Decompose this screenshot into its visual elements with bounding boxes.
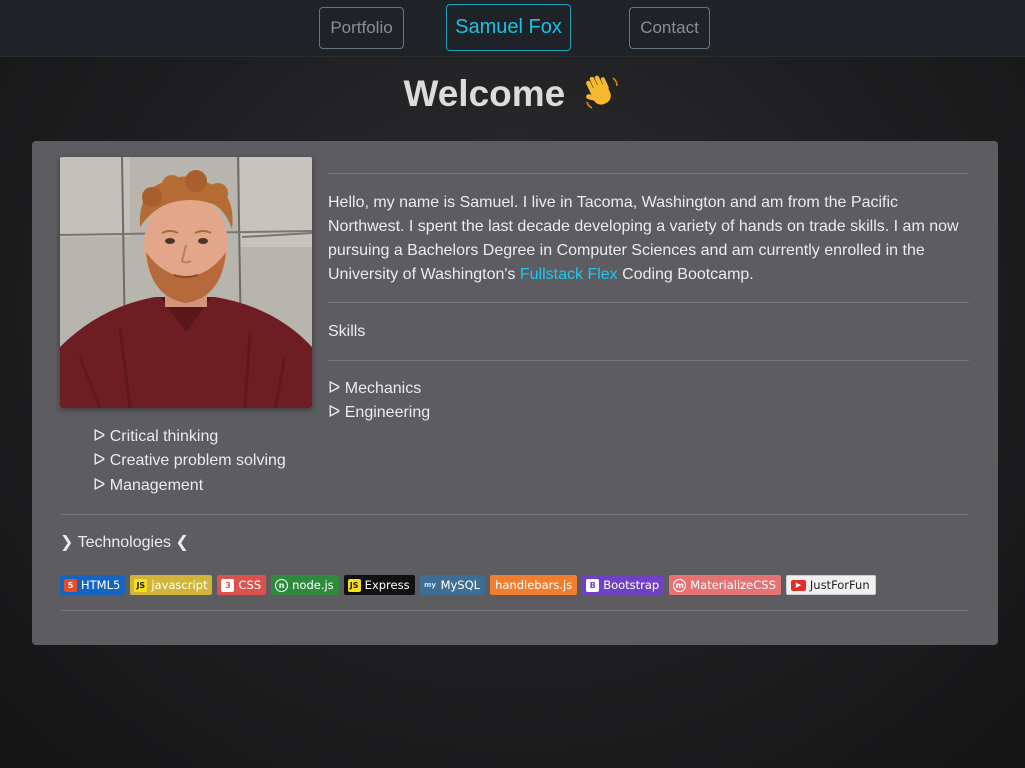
badge-bootstrap: B Bootstrap bbox=[582, 575, 665, 595]
page-title: Welcome bbox=[0, 72, 1025, 115]
technology-badges: 5 HTML5 JS javascript 3 CSS n node.js JS… bbox=[60, 575, 876, 595]
badge-justforfun: ▶ JustForFun bbox=[785, 575, 876, 595]
profile-photo bbox=[60, 157, 312, 408]
bio-text-end: Coding Bootcamp. bbox=[617, 266, 754, 283]
navbar: Portfolio Samuel Fox Contact bbox=[0, 0, 1025, 57]
fullstack-flex-link[interactable]: Fullstack Flex bbox=[520, 266, 618, 283]
badge-html5: 5 HTML5 bbox=[60, 575, 126, 595]
divider bbox=[60, 514, 969, 515]
javascript-icon: JS bbox=[134, 578, 148, 592]
badge-mysql: my MySQL bbox=[419, 575, 486, 595]
waving-hand-icon bbox=[585, 75, 618, 109]
badge-css: 3 CSS bbox=[217, 575, 267, 595]
badge-handlebars: handlebars.js bbox=[490, 575, 578, 595]
materialize-icon: m bbox=[673, 578, 687, 592]
portfolio-nav-button[interactable]: Portfolio bbox=[319, 7, 404, 49]
badge-label: node.js bbox=[292, 578, 334, 592]
badge-label: Express bbox=[364, 578, 410, 592]
css3-icon: 3 bbox=[221, 578, 235, 592]
badge-label: CSS bbox=[238, 578, 262, 592]
badge-label: handlebars.js bbox=[495, 578, 573, 592]
contact-nav-button[interactable]: Contact bbox=[629, 7, 710, 49]
skill-item: ᐅ Critical thinking bbox=[93, 428, 219, 445]
express-icon: JS bbox=[347, 578, 361, 592]
badge-javascript: JS javascript bbox=[130, 575, 213, 595]
badge-label: javascript bbox=[151, 578, 208, 592]
badge-nodejs: n node.js bbox=[271, 575, 339, 595]
bio-paragraph: Hello, my name is Samuel. I live in Taco… bbox=[328, 191, 968, 287]
badge-label: MySQL bbox=[440, 578, 481, 592]
badge-label: HTML5 bbox=[81, 578, 121, 592]
brand-name-button[interactable]: Samuel Fox bbox=[446, 4, 571, 51]
skill-item: ᐅ Mechanics bbox=[328, 380, 422, 397]
badge-label: Bootstrap bbox=[603, 578, 660, 592]
divider bbox=[328, 173, 969, 174]
badge-label: MaterializeCSS bbox=[690, 578, 776, 592]
technologies-heading: ❯ Technologies ❮ bbox=[60, 534, 189, 551]
badge-express: JS Express bbox=[343, 575, 415, 595]
divider bbox=[60, 610, 969, 611]
html5-icon: 5 bbox=[64, 578, 77, 592]
badge-label: JustForFun bbox=[809, 578, 870, 592]
page-title-text: Welcome bbox=[403, 73, 566, 114]
badge-materializecss: m MaterializeCSS bbox=[669, 575, 781, 595]
skills-heading: Skills bbox=[328, 323, 366, 340]
divider bbox=[328, 360, 969, 361]
mysql-icon: my bbox=[424, 581, 436, 589]
bootstrap-icon: B bbox=[586, 578, 600, 592]
skill-item: ᐅ Management bbox=[93, 477, 204, 494]
about-card: Hello, my name is Samuel. I live in Taco… bbox=[32, 141, 998, 645]
divider bbox=[328, 302, 969, 303]
youtube-icon: ▶ bbox=[790, 579, 806, 591]
nodejs-icon: n bbox=[275, 578, 289, 592]
skill-item: ᐅ Engineering bbox=[328, 404, 431, 421]
skill-item: ᐅ Creative problem solving bbox=[93, 452, 286, 469]
